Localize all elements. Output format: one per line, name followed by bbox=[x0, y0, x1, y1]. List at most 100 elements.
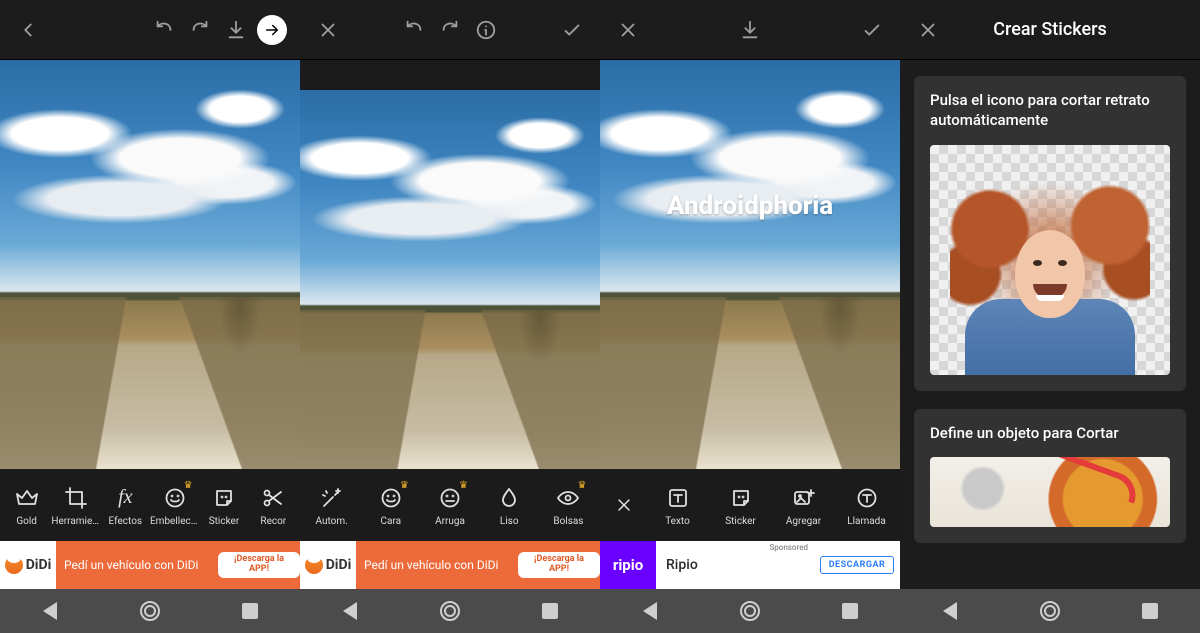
nav-home[interactable] bbox=[1030, 591, 1070, 631]
tool-label: Sticker bbox=[725, 516, 756, 527]
ad-logo-didi: DiDi bbox=[300, 541, 356, 589]
ad-text: Pedí un vehículo con DiDi bbox=[56, 541, 218, 589]
tool-label: Sticker bbox=[209, 516, 240, 527]
tool-label: Cara bbox=[381, 516, 402, 527]
top-bar: Crear Stickers bbox=[900, 0, 1200, 60]
tool-sticker[interactable]: Sticker bbox=[199, 484, 248, 527]
android-nav-bar bbox=[0, 589, 300, 633]
confirm-icon[interactable] bbox=[554, 12, 590, 48]
tool-agregar[interactable]: Agregar bbox=[772, 484, 835, 527]
ad-banner[interactable]: DiDi Pedí un vehículo con DiDi ¡Descarga… bbox=[300, 541, 600, 589]
nav-back[interactable] bbox=[630, 591, 670, 631]
image-canvas[interactable] bbox=[300, 60, 600, 469]
landscape-photo bbox=[300, 90, 600, 469]
tool-arruga[interactable]: ♛ Arruga bbox=[420, 484, 479, 527]
close-icon[interactable] bbox=[610, 12, 646, 48]
ad-logo-ripio: ripio bbox=[600, 541, 656, 589]
wrinkle-face-icon: ♛ bbox=[436, 484, 464, 512]
ad-text: Pedí un vehículo con DiDi bbox=[356, 541, 518, 589]
tool-recortar[interactable]: Recor bbox=[249, 484, 298, 527]
nav-recent[interactable] bbox=[530, 591, 570, 631]
close-icon[interactable] bbox=[910, 12, 946, 48]
add-image-icon bbox=[790, 484, 818, 512]
ad-cta[interactable]: DESCARGAR bbox=[814, 541, 900, 589]
screen-create-stickers: Crear Stickers Pulsa el icono para corta… bbox=[900, 0, 1200, 633]
tool-liso[interactable]: Liso bbox=[480, 484, 539, 527]
tool-herramientas[interactable]: Herramientas bbox=[51, 484, 100, 527]
premium-badge-icon: ♛ bbox=[400, 480, 409, 491]
nav-home[interactable] bbox=[730, 591, 770, 631]
close-substrip[interactable] bbox=[602, 491, 646, 519]
callout-icon bbox=[853, 484, 881, 512]
nav-home[interactable] bbox=[430, 591, 470, 631]
tool-efectos[interactable]: fx Efectos bbox=[101, 484, 150, 527]
tool-label: Llamada bbox=[847, 516, 886, 527]
tool-label: Embellecer bbox=[150, 516, 199, 527]
premium-badge-icon: ♛ bbox=[459, 480, 468, 491]
text-overlay[interactable]: Androidphoria bbox=[600, 191, 900, 221]
undo-icon[interactable] bbox=[146, 12, 182, 48]
card-define-object[interactable]: Define un objeto para Cortar bbox=[914, 409, 1186, 543]
nav-back[interactable] bbox=[930, 591, 970, 631]
next-button[interactable] bbox=[254, 12, 290, 48]
tool-sticker[interactable]: Sticker bbox=[709, 484, 772, 527]
ad-banner[interactable]: ripio Ripio Sponsored DESCARGAR bbox=[600, 541, 900, 589]
tool-label: Gold bbox=[16, 516, 37, 527]
screen-beauty: Autom. ♛ Cara ♛ Arruga Liso ♛ Bolsas DiD… bbox=[300, 0, 600, 633]
tool-cara[interactable]: ♛ Cara bbox=[361, 484, 420, 527]
tool-gold[interactable]: Gold bbox=[2, 484, 51, 527]
nav-home[interactable] bbox=[130, 591, 170, 631]
tool-label: Efectos bbox=[109, 516, 143, 527]
ad-cta[interactable]: ¡Descarga la APP! bbox=[218, 541, 300, 589]
download-icon[interactable] bbox=[218, 12, 254, 48]
confirm-icon[interactable] bbox=[854, 12, 890, 48]
tool-label: Texto bbox=[665, 516, 690, 527]
tool-label: Bolsas bbox=[553, 516, 583, 527]
back-icon[interactable] bbox=[10, 12, 46, 48]
tool-label: Liso bbox=[500, 516, 519, 527]
redo-icon[interactable] bbox=[182, 12, 218, 48]
ad-text: Ripio Sponsored bbox=[656, 541, 814, 589]
redo-icon[interactable] bbox=[432, 12, 468, 48]
download-icon[interactable] bbox=[732, 12, 768, 48]
screen-editor-main: Gold Herramientas fx Efectos ♛ Embellece… bbox=[0, 0, 300, 633]
undo-icon[interactable] bbox=[396, 12, 432, 48]
android-nav-bar bbox=[900, 589, 1200, 633]
image-canvas[interactable]: Androidphoria bbox=[600, 60, 900, 469]
card-auto-portrait[interactable]: Pulsa el icono para cortar retrato autom… bbox=[914, 76, 1186, 391]
ad-logo-didi: DiDi bbox=[0, 541, 56, 589]
tool-auto[interactable]: Autom. bbox=[302, 484, 361, 527]
nav-recent[interactable] bbox=[230, 591, 270, 631]
tool-label: Arruga bbox=[435, 516, 465, 527]
ad-cta[interactable]: ¡Descarga la APP! bbox=[518, 541, 600, 589]
crop-icon bbox=[62, 484, 90, 512]
tool-texto[interactable]: Texto bbox=[646, 484, 709, 527]
screen-text-overlay: Androidphoria Texto Sticker Agregar Llam… bbox=[600, 0, 900, 633]
sticker-icon bbox=[210, 484, 238, 512]
android-nav-bar bbox=[600, 589, 900, 633]
tool-label: Autom. bbox=[315, 516, 347, 527]
beauty-tool-strip: Autom. ♛ Cara ♛ Arruga Liso ♛ Bolsas bbox=[300, 469, 600, 541]
card-title: Define un objeto para Cortar bbox=[930, 423, 1170, 443]
close-icon[interactable] bbox=[310, 12, 346, 48]
sponsored-label: Sponsored bbox=[769, 543, 808, 552]
premium-badge-icon: ♛ bbox=[577, 480, 586, 491]
text-tool-strip: Texto Sticker Agregar Llamada bbox=[600, 469, 900, 541]
tool-bolsas[interactable]: ♛ Bolsas bbox=[539, 484, 598, 527]
tool-llamada[interactable]: Llamada bbox=[835, 484, 898, 527]
tool-label: Recor bbox=[260, 516, 286, 527]
close-icon bbox=[610, 491, 638, 519]
nav-back[interactable] bbox=[330, 591, 370, 631]
image-canvas[interactable] bbox=[0, 60, 300, 469]
nav-recent[interactable] bbox=[1130, 591, 1170, 631]
portrait-cutout-preview bbox=[930, 145, 1170, 375]
landscape-photo bbox=[600, 60, 900, 469]
ad-banner[interactable]: DiDi Pedí un vehículo con DiDi ¡Descarga… bbox=[0, 541, 300, 589]
text-box-icon bbox=[664, 484, 692, 512]
nav-back[interactable] bbox=[30, 591, 70, 631]
fx-icon: fx bbox=[111, 484, 139, 512]
info-icon[interactable] bbox=[468, 12, 504, 48]
tool-embellecer[interactable]: ♛ Embellecer bbox=[150, 484, 199, 527]
card-title: Pulsa el icono para cortar retrato autom… bbox=[930, 90, 1170, 131]
nav-recent[interactable] bbox=[830, 591, 870, 631]
